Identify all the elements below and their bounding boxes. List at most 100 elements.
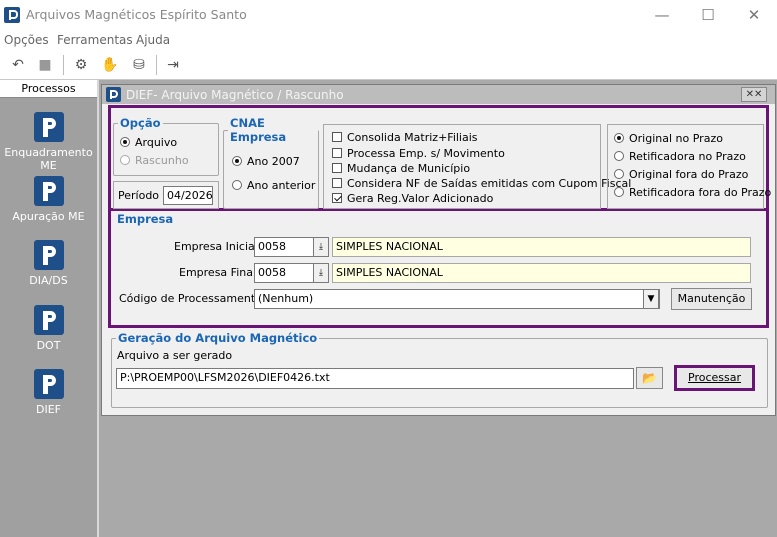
sidebar-item-dief[interactable]: DIEF: [0, 369, 97, 416]
dialog-title: DIEF- Arquivo Magnético / Rascunho: [126, 88, 344, 102]
sidebar-item-label: DIA/DS: [29, 274, 68, 287]
opcao-legend: Opção: [120, 116, 161, 130]
check-processa-sem-movimento[interactable]: Processa Emp. s/ Movimento: [332, 147, 505, 160]
radio-rascunho-label: Rascunho: [135, 154, 189, 167]
radio-retificadora-fora-prazo-indicator[interactable]: [614, 187, 624, 197]
check-processa-sem-movimento-box[interactable]: [332, 148, 342, 158]
processes-sidebar: Processos Enquadramento ME Apuração ME D…: [0, 80, 97, 537]
menu-opcoes[interactable]: Opções: [4, 33, 49, 47]
sidebar-item-label: Enquadramento ME: [4, 146, 93, 172]
empresa-final-name: SIMPLES NACIONAL: [332, 263, 751, 283]
empresa-final-code-input[interactable]: 0058: [254, 263, 316, 283]
sidebar-item-enquadramento-me[interactable]: Enquadramento ME: [0, 112, 97, 172]
window-title: Arquivos Magnéticos Espírito Santo: [26, 7, 247, 22]
title-bar: Arquivos Magnéticos Espírito Santo — ☐ ✕: [0, 0, 777, 30]
toolbar-separator: [156, 55, 157, 75]
check-label: Processa Emp. s/ Movimento: [347, 147, 505, 160]
sidebar-item-label: DOT: [36, 339, 61, 352]
proemp-logo-icon: [33, 369, 64, 399]
check-gera-valor-adicionado-box[interactable]: [332, 193, 342, 203]
check-consolida-matriz-box[interactable]: [332, 132, 342, 142]
radio-arquivo-label: Arquivo: [135, 136, 178, 149]
toolbar: ↶ ■ ⚙ ✋ ⛁ ⇥: [0, 50, 777, 80]
menu-ajuda[interactable]: Ajuda: [136, 33, 170, 47]
dialog-logo-icon: [106, 87, 121, 102]
exit-icon[interactable]: ⇥: [162, 54, 184, 76]
settings-tool-icon[interactable]: ⚙: [70, 54, 92, 76]
radio-label: Original no Prazo: [629, 132, 723, 145]
periodo-input[interactable]: 04/2026: [163, 186, 213, 205]
empresa-final-lookup-button[interactable]: ⤓: [313, 263, 329, 283]
radio-arquivo-indicator[interactable]: [120, 137, 130, 147]
arquivo-path-input[interactable]: P:\PROEMP00\LFSM2026\DIEF0426.txt: [116, 368, 634, 389]
radio-ano-2007-indicator[interactable]: [232, 156, 242, 166]
check-nf-cupom-fiscal[interactable]: Considera NF de Saídas emitidas com Cupo…: [332, 177, 631, 190]
codigo-processamento-select[interactable]: (Nenhum): [254, 289, 660, 309]
radio-retificadora-no-prazo-indicator[interactable]: [614, 151, 624, 161]
radio-original-no-prazo[interactable]: Original no Prazo: [614, 132, 723, 145]
check-mudanca-municipio[interactable]: Mudança de Município: [332, 162, 470, 175]
sidebar-item-dia-ds[interactable]: DIA/DS: [0, 240, 97, 287]
menu-bar: Opções Ferramentas Ajuda: [0, 30, 777, 50]
radio-label: Retificadora fora do Prazo: [629, 186, 772, 199]
codigo-processamento-label: Código de Processamento: [119, 292, 262, 305]
arquivo-gerado-label: Arquivo a ser gerado: [117, 349, 233, 362]
radio-retificadora-fora-prazo[interactable]: Retificadora fora do Prazo: [614, 186, 771, 199]
check-label: Gera Reg.Valor Adicionado: [347, 192, 494, 205]
stop-icon[interactable]: ■: [34, 54, 56, 76]
sidebar-item-apuracao-me[interactable]: Apuração ME: [0, 176, 97, 223]
undo-icon[interactable]: ↶: [7, 54, 29, 76]
dialog-title-bar: DIEF- Arquivo Magnético / Rascunho ✕✕: [102, 85, 775, 104]
check-nf-cupom-fiscal-box[interactable]: [332, 178, 342, 188]
periodo-label: Período: [118, 189, 160, 202]
radio-ano-2007[interactable]: Ano 2007: [232, 155, 300, 168]
radio-label: Original fora do Prazo: [629, 168, 749, 181]
maximize-button[interactable]: ☐: [685, 0, 731, 30]
geracao-legend: Geração do Arquivo Magnético: [118, 331, 318, 345]
sidebar-item-label: Apuração ME: [12, 210, 85, 223]
sidebar-item-label: DIEF: [36, 403, 61, 416]
radio-retificadora-no-prazo[interactable]: Retificadora no Prazo: [614, 150, 746, 163]
toolbar-separator: [63, 55, 64, 75]
proemp-logo-icon: [33, 112, 64, 142]
radio-ano-anterior-indicator[interactable]: [232, 180, 242, 190]
dief-dialog: DIEF- Arquivo Magnético / Rascunho ✕✕ Op…: [101, 84, 776, 416]
cnae-legend: CNAE Empresa: [230, 116, 287, 144]
database-tool-icon[interactable]: ⛁: [128, 54, 150, 76]
empresa-legend: Empresa: [117, 212, 174, 226]
processar-button[interactable]: Processar: [674, 365, 755, 391]
codigo-processamento-dropdown-icon[interactable]: ▼: [643, 289, 659, 309]
proemp-logo-icon: [33, 305, 64, 335]
check-consolida-matriz[interactable]: Consolida Matriz+Filiais: [332, 131, 478, 144]
empresa-inicial-label: Empresa Inicial: [174, 240, 258, 253]
radio-arquivo[interactable]: Arquivo: [120, 136, 177, 149]
radio-original-fora-prazo[interactable]: Original fora do Prazo: [614, 168, 748, 181]
radio-rascunho-indicator[interactable]: [120, 155, 130, 165]
empresa-inicial-name: SIMPLES NACIONAL: [332, 237, 751, 257]
radio-ano-2007-label: Ano 2007: [247, 155, 300, 168]
dialog-close-button[interactable]: ✕✕: [741, 87, 767, 102]
radio-rascunho[interactable]: Rascunho: [120, 154, 189, 167]
empresa-inicial-code-input[interactable]: 0058: [254, 237, 316, 257]
proemp-logo-icon: [33, 176, 64, 206]
proemp-logo-icon: [33, 240, 64, 270]
radio-ano-anterior[interactable]: Ano anterior: [232, 179, 315, 192]
hand-tool-icon[interactable]: ✋: [99, 54, 121, 76]
check-gera-valor-adicionado[interactable]: Gera Reg.Valor Adicionado: [332, 192, 493, 205]
sidebar-item-dot[interactable]: DOT: [0, 305, 97, 352]
radio-ano-anterior-label: Ano anterior: [247, 179, 316, 192]
empresa-final-label: Empresa Final: [179, 266, 257, 279]
sidebar-header: Processos: [0, 80, 97, 98]
radio-original-no-prazo-indicator[interactable]: [614, 133, 624, 143]
menu-ferramentas[interactable]: Ferramentas: [57, 33, 133, 47]
manutencao-button[interactable]: Manutenção: [671, 288, 752, 310]
folder-browse-icon[interactable]: 📂: [636, 367, 663, 389]
empresa-inicial-lookup-button[interactable]: ⤓: [313, 237, 329, 257]
minimize-button[interactable]: —: [639, 0, 685, 30]
radio-label: Retificadora no Prazo: [629, 150, 746, 163]
app-logo-icon: [4, 7, 20, 23]
check-mudanca-municipio-box[interactable]: [332, 163, 342, 173]
close-window-button[interactable]: ✕: [731, 0, 777, 30]
check-label: Considera NF de Saídas emitidas com Cupo…: [347, 177, 632, 190]
radio-original-fora-prazo-indicator[interactable]: [614, 169, 624, 179]
